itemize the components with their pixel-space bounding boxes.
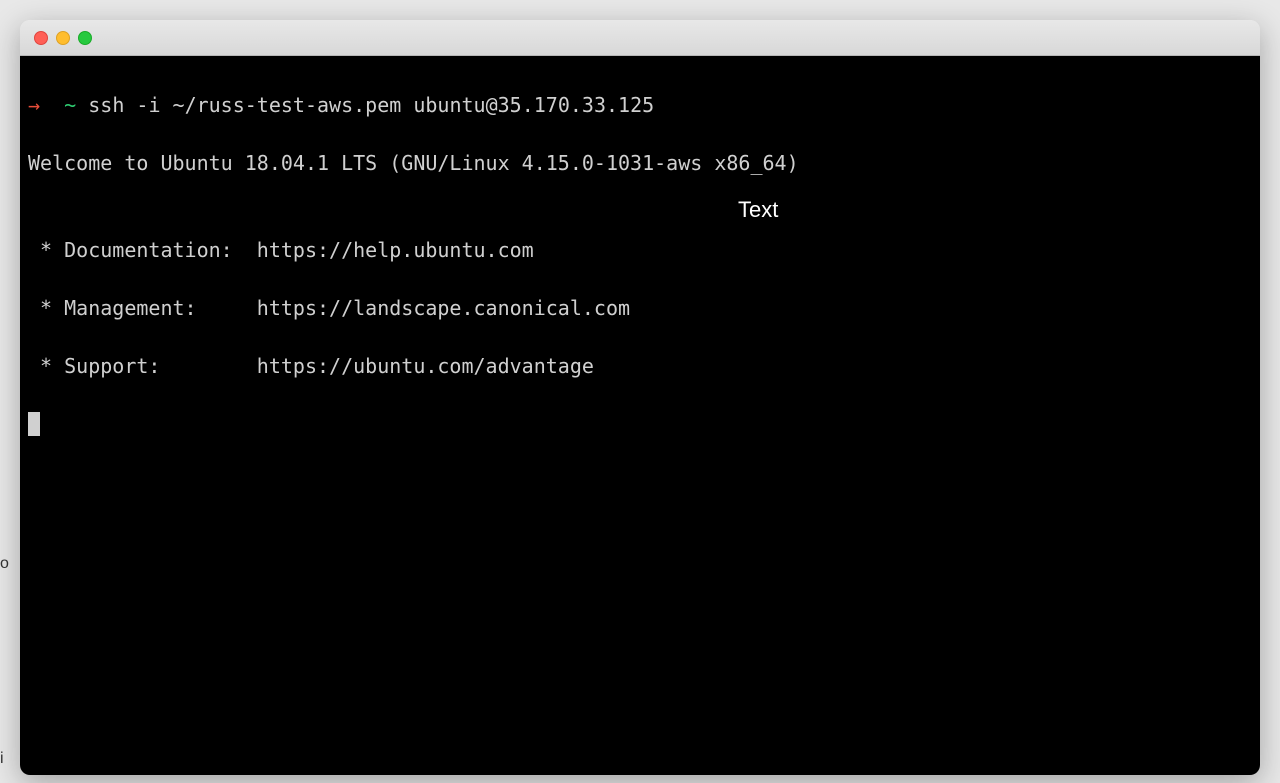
terminal-window: → ~ ssh -i ~/russ-test-aws.pem ubuntu@35… xyxy=(20,20,1260,775)
cursor-icon xyxy=(28,412,40,436)
overlay-text-label: Text xyxy=(738,194,778,226)
motd-documentation: * Documentation: https://help.ubuntu.com xyxy=(28,236,1252,265)
motd-welcome: Welcome to Ubuntu 18.04.1 LTS (GNU/Linux… xyxy=(28,149,1252,178)
prompt-arrow-icon: → xyxy=(28,93,40,117)
window-titlebar[interactable] xyxy=(20,20,1260,56)
background-text-fragment: i xyxy=(0,750,4,768)
prompt-command: ssh -i ~/russ-test-aws.pem ubuntu@35.170… xyxy=(88,93,654,117)
motd-support: * Support: https://ubuntu.com/advantage xyxy=(28,352,1252,381)
prompt-line: → ~ ssh -i ~/russ-test-aws.pem ubuntu@35… xyxy=(28,91,1252,120)
background-text-fragment: o xyxy=(0,555,9,573)
traffic-lights xyxy=(34,31,92,45)
motd-management: * Management: https://landscape.canonica… xyxy=(28,294,1252,323)
close-button[interactable] xyxy=(34,31,48,45)
minimize-button[interactable] xyxy=(56,31,70,45)
maximize-button[interactable] xyxy=(78,31,92,45)
prompt-cwd: ~ xyxy=(64,93,76,117)
terminal-body[interactable]: → ~ ssh -i ~/russ-test-aws.pem ubuntu@35… xyxy=(20,56,1260,775)
